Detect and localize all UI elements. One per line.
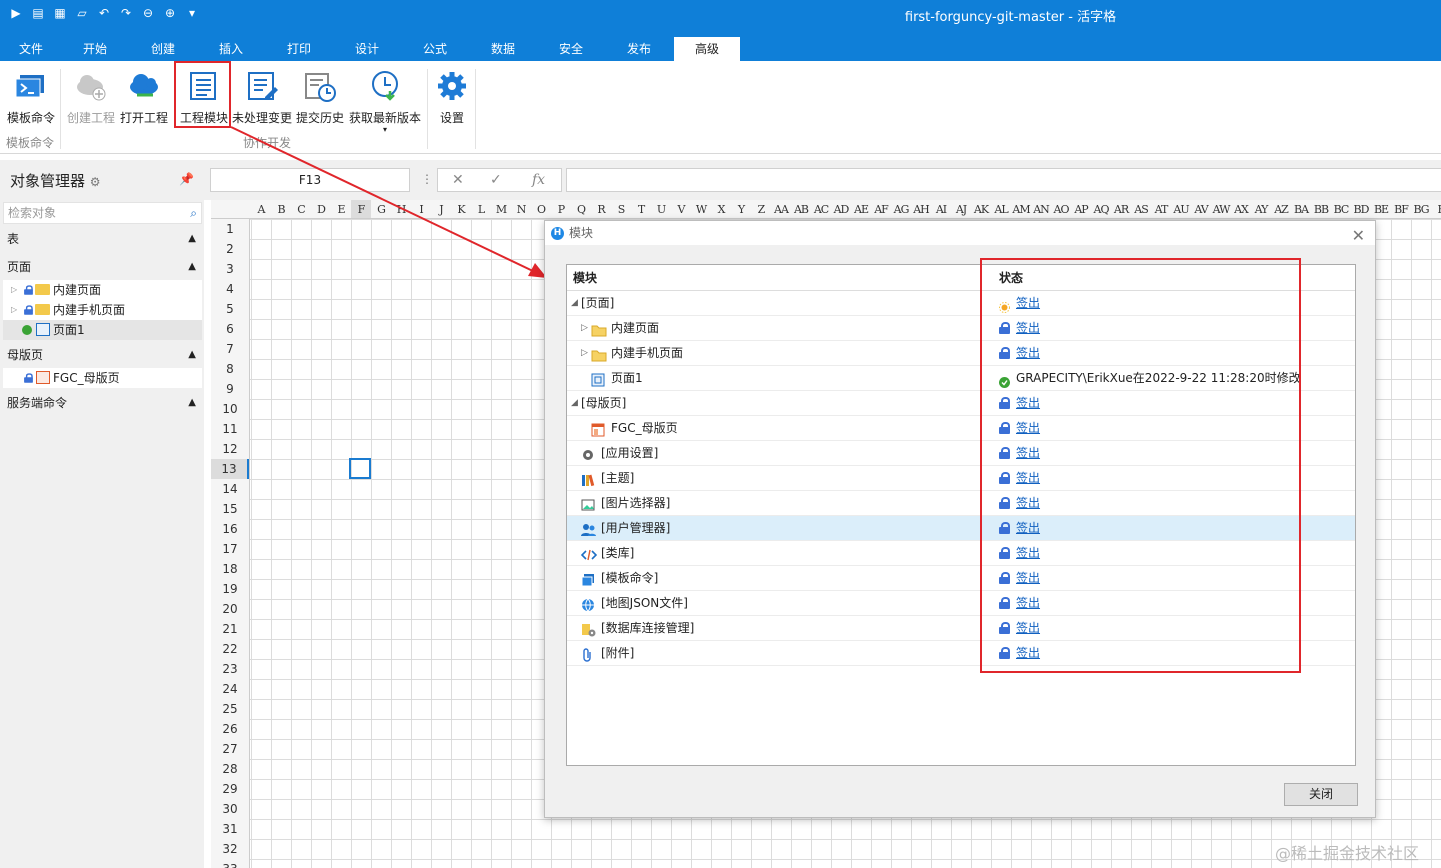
module-label: [页面] (581, 296, 615, 310)
folder-icon (591, 321, 607, 337)
app-logo-icon: H (551, 227, 564, 240)
code-icon (580, 546, 598, 561)
module-label: [图片选择器] (601, 496, 671, 510)
module-label: 内建页面 (611, 321, 660, 335)
module-label: 内建手机页面 (611, 346, 684, 360)
page-icon (591, 371, 605, 387)
module-label: [母版页] (581, 396, 627, 410)
module-label: [用户管理器] (601, 521, 671, 535)
expand-icon[interactable]: ▷ (581, 341, 588, 365)
image-icon (581, 496, 595, 511)
users-icon (581, 521, 596, 536)
template-command-icon (581, 571, 595, 587)
module-label: [类库] (601, 546, 635, 560)
module-label: [数据库连接管理] (601, 621, 695, 635)
module-label: FGC_母版页 (611, 421, 678, 435)
module-label: [模板命令] (601, 571, 659, 585)
gear-icon (581, 446, 595, 460)
folder-icon (591, 346, 607, 362)
dialog-title: 模块 (569, 226, 594, 240)
globe-icon (581, 596, 595, 612)
highlight-box-status-column (980, 258, 1301, 673)
close-button[interactable]: 关闭 (1284, 783, 1358, 806)
database-icon (581, 621, 596, 637)
expand-icon[interactable]: ◢ (571, 391, 578, 415)
module-label: 页面1 (611, 371, 643, 385)
dialog-titlebar: H 模块 ✕ (545, 221, 1375, 245)
close-icon[interactable]: ✕ (1352, 224, 1365, 248)
module-label: [地图JSON文件] (601, 596, 688, 610)
expand-icon[interactable]: ▷ (581, 316, 588, 340)
watermark: @稀土掘金技术社区 (1275, 844, 1420, 863)
theme-icon (581, 471, 595, 487)
module-label: [主题] (601, 471, 635, 485)
master-page-icon (591, 421, 605, 437)
column-module[interactable]: 模块 (573, 265, 597, 291)
module-label: [应用设置] (601, 446, 659, 460)
paperclip-icon (581, 646, 595, 662)
module-label: [附件] (601, 646, 635, 660)
expand-icon[interactable]: ◢ (571, 291, 578, 315)
